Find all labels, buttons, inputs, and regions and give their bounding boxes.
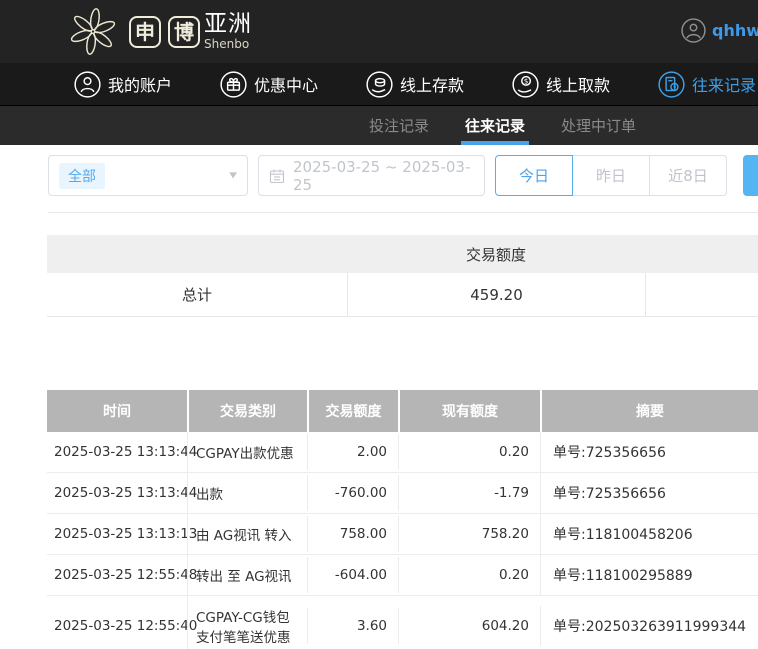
summary-total-label: 总计 <box>181 286 212 304</box>
top-header: 申 博 亚洲 Shenbo qhhw2 <box>0 0 758 63</box>
tab-transaction-records[interactable]: 往来记录 <box>461 106 530 145</box>
yesterday-button[interactable]: 昨日 <box>572 155 650 196</box>
table-cell: 2025-03-25 12:55:48 <box>54 567 198 583</box>
withdraw-icon: $ <box>512 70 539 98</box>
table-cell: 2025-03-25 13:13:44 <box>54 485 198 501</box>
divider <box>48 212 758 213</box>
col-header-summary: 摘要 <box>540 390 758 432</box>
table-cell: 758.00 <box>307 516 398 552</box>
summary-header-label: 交易额度 <box>465 245 526 264</box>
table-cell: 单号:118100458206 <box>540 514 758 554</box>
table-cell: CGPAY出款优惠 <box>187 432 307 472</box>
table-cell: -604.00 <box>307 557 398 593</box>
col-header-type: 交易类别 <box>187 390 307 432</box>
col-header-balance: 现有额度 <box>398 390 540 432</box>
type-select-value: 全部 <box>59 162 105 189</box>
table-cell: 出款 <box>187 473 307 513</box>
table-cell: 2025-03-25 13:13:44 <box>54 444 198 460</box>
account-link[interactable]: qhhw2 <box>681 18 758 43</box>
table-cell: 2.00 <box>307 434 398 470</box>
date-range-value: 2025-03-25 ~ 2025-03-25 <box>293 157 471 194</box>
table-cell: CGPAY-CG钱包支付笔笔送优惠 <box>187 596 307 649</box>
summary-table: 交易额度 总计 459.20 <box>47 235 758 317</box>
nav-item-withdraw[interactable]: $ 线上取款 <box>512 70 610 98</box>
nav-label: 我的账户 <box>108 76 173 95</box>
table-cell: 0.20 <box>398 434 540 470</box>
deposit-icon <box>366 70 393 98</box>
type-select[interactable]: 全部 ▼ <box>48 155 248 196</box>
table-cell: 2025-03-25 13:13:13 <box>54 526 198 542</box>
gift-icon <box>220 70 247 98</box>
logo-char-bo: 博 <box>168 15 200 48</box>
summary-total-row: 总计 459.20 <box>47 273 758 317</box>
user-icon <box>74 70 101 98</box>
svg-text:$: $ <box>524 76 529 85</box>
nav-label: 线上存款 <box>399 76 464 95</box>
tab-betting-records[interactable]: 投注记录 <box>367 106 431 145</box>
search-button[interactable] <box>743 155 758 196</box>
username[interactable]: qhhw2 <box>712 21 758 40</box>
table-cell: 单号:118100295889 <box>540 555 758 595</box>
today-button[interactable]: 今日 <box>495 155 573 196</box>
table-row: 2025-03-25 13:13:13 由 AG视讯 转入 758.00 758.20… <box>47 514 758 555</box>
chevron-down-icon: ▼ <box>229 171 237 180</box>
tab-label: 处理中订单 <box>561 117 637 135</box>
table-row: 2025-03-25 12:55:40 CGPAY-CG钱包支付笔笔送优惠 3.60… <box>47 596 758 649</box>
flower-logo-icon <box>70 8 116 55</box>
calendar-icon <box>269 169 285 183</box>
nav-item-promotions[interactable]: 优惠中心 <box>220 70 318 98</box>
table-cell: 单号:725356656 <box>540 473 758 513</box>
col-header-amount: 交易额度 <box>307 390 398 432</box>
main-nav: 我的账户 优惠中心 线上存款 $ 线上取款 往来记录 <box>0 63 758 106</box>
table-cell: 单号:202503263911999344 <box>540 606 758 646</box>
nav-item-transactions[interactable]: 往来记录 <box>658 70 756 98</box>
nav-label: 线上取款 <box>545 76 610 95</box>
table-cell: 604.20 <box>398 608 540 644</box>
table-cell: -1.79 <box>398 475 540 511</box>
logo-char-shen: 申 <box>129 15 161 48</box>
table-cell: 758.20 <box>398 516 540 552</box>
table-cell: 由 AG视讯 转入 <box>187 514 307 554</box>
records-table: 时间 交易类别 交易额度 现有额度 摘要 2025-03-25 13:13:44… <box>47 390 758 649</box>
summary-total-value: 459.20 <box>347 273 645 317</box>
summary-header-row: 交易额度 <box>47 235 758 273</box>
tab-label: 投注记录 <box>369 117 430 135</box>
nav-label: 往来记录 <box>691 76 756 95</box>
records-body: 2025-03-25 13:13:44 CGPAY出款优惠 2.00 0.20 单号:7… <box>47 432 758 649</box>
date-range-input[interactable]: 2025-03-25 ~ 2025-03-25 <box>258 155 485 196</box>
filter-bar: 全部 ▼ 2025-03-25 ~ 2025-03-25 今日 昨日 近8日 <box>48 155 758 196</box>
table-cell: 3.60 <box>307 608 398 644</box>
records-icon <box>658 70 685 98</box>
col-header-time: 时间 <box>103 404 131 420</box>
table-row: 2025-03-25 12:55:48 转出 至 AG视讯 -604.00 0.20 单… <box>47 555 758 596</box>
quick-range-group: 今日 昨日 近8日 <box>495 155 727 196</box>
table-row: 2025-03-25 13:13:44 CGPAY出款优惠 2.00 0.20 单号:7… <box>47 432 758 473</box>
nav-item-my-account[interactable]: 我的账户 <box>74 70 173 98</box>
table-cell: 单号:725356656 <box>540 432 758 472</box>
table-cell: 0.20 <box>398 557 540 593</box>
last8days-button[interactable]: 近8日 <box>649 155 727 196</box>
logo-latin: Shenbo <box>204 37 250 51</box>
nav-item-deposit[interactable]: 线上存款 <box>366 70 464 98</box>
sub-nav: 投注记录 往来记录 处理中订单 <box>0 106 758 145</box>
table-cell: -760.00 <box>307 475 398 511</box>
logo-region: 亚洲 <box>204 11 252 37</box>
table-row: 2025-03-25 13:13:44 出款 -760.00 -1.79 单号:7253… <box>47 473 758 514</box>
nav-label: 优惠中心 <box>253 76 318 95</box>
table-cell: 转出 至 AG视讯 <box>187 555 307 595</box>
brand-logo: 申 博 亚洲 Shenbo <box>64 5 252 58</box>
avatar-icon <box>681 18 706 43</box>
records-header-row: 时间 交易类别 交易额度 现有额度 摘要 <box>47 390 758 432</box>
tab-label: 往来记录 <box>465 117 526 135</box>
tab-pending-orders[interactable]: 处理中订单 <box>559 106 638 145</box>
table-cell: 2025-03-25 12:55:40 <box>54 618 198 634</box>
